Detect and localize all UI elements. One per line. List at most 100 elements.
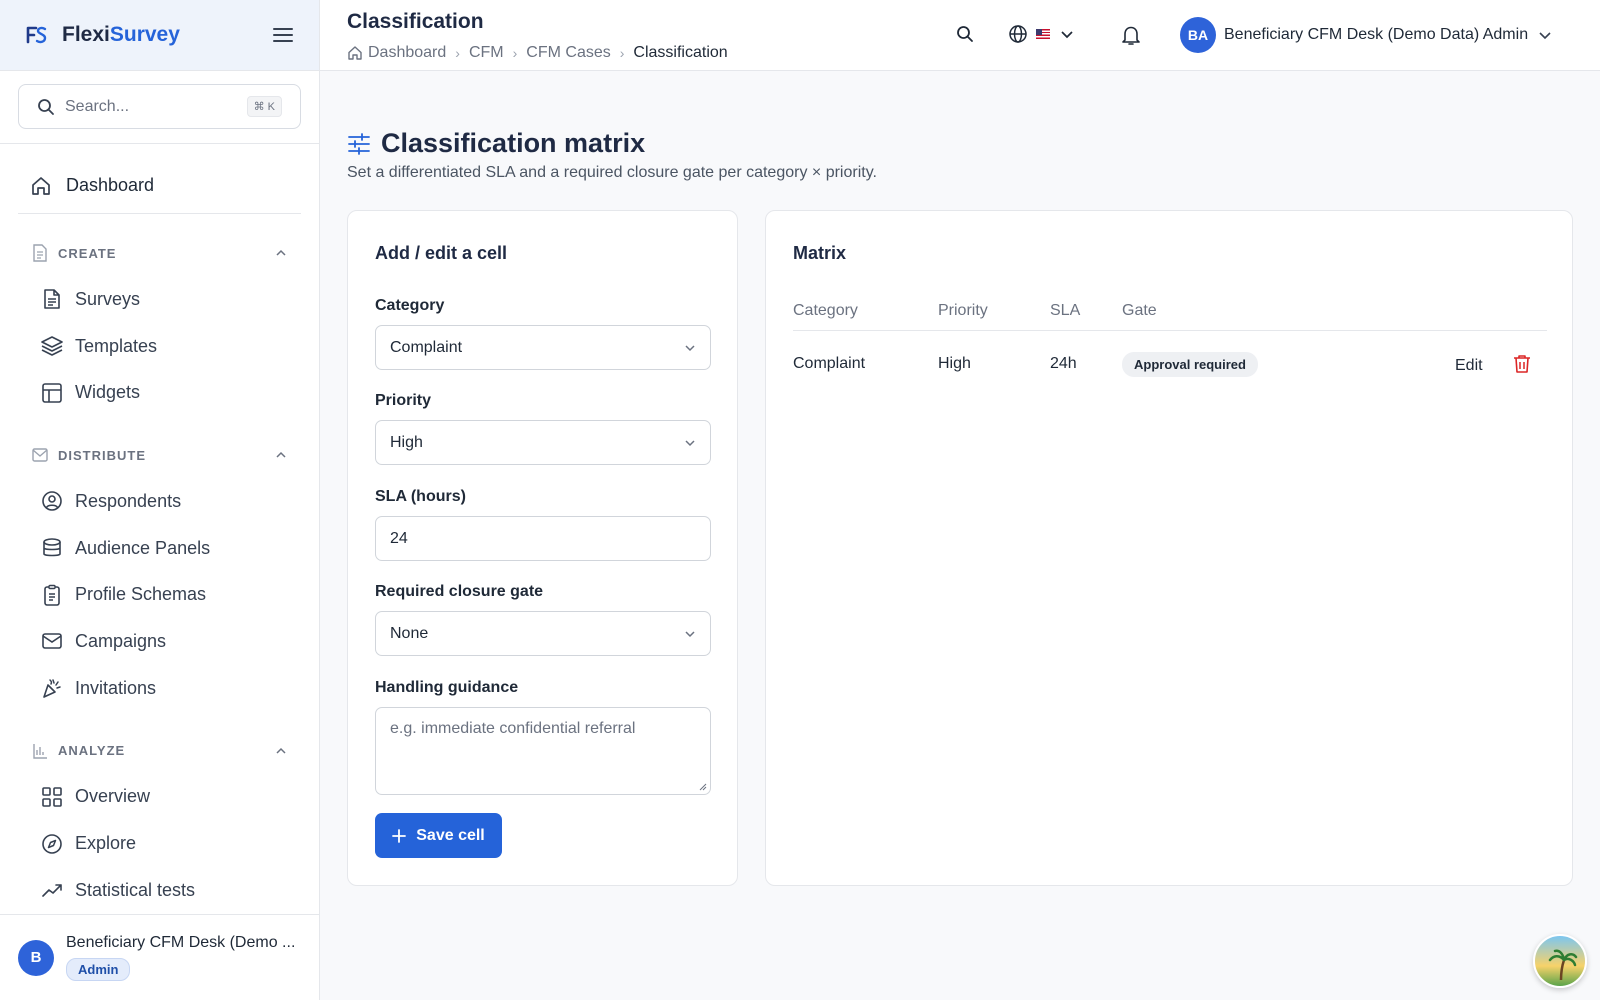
resize-handle-icon[interactable] <box>699 783 707 791</box>
chevron-down-icon <box>1061 30 1073 38</box>
brand-suffix: Survey <box>109 23 180 46</box>
sidebar-item-label: Explore <box>75 833 137 854</box>
search-icon <box>38 98 54 115</box>
chevron-up-icon <box>276 249 286 256</box>
sidebar-user-footer[interactable]: B Beneficiary CFM Desk (Demo ... Admin <box>0 914 319 1000</box>
sidebar-item-explore[interactable]: Explore <box>0 820 319 867</box>
priority-select[interactable]: High <box>375 420 711 465</box>
sidebar-item-profile-schemas[interactable]: Profile Schemas <box>0 571 319 618</box>
column-header: SLA <box>1050 301 1081 319</box>
edit-button[interactable]: Edit <box>1455 357 1483 375</box>
breadcrumb-cfm-cases[interactable]: CFM Cases <box>526 44 610 62</box>
search-shortcut-badge: ⌘ K <box>246 96 282 117</box>
breadcrumb-current: Classification <box>633 44 728 61</box>
sidebar-item-invitations[interactable]: Invitations <box>0 665 319 712</box>
palm-tree-icon <box>1548 949 1578 981</box>
mail-icon <box>32 448 48 462</box>
party-popper-icon <box>43 679 61 698</box>
avatar: BA <box>1180 17 1216 53</box>
breadcrumb-dashboard[interactable]: Dashboard <box>368 44 446 62</box>
sidebar-item-label: Audience Panels <box>75 537 211 558</box>
file-text-icon <box>44 289 60 310</box>
role-badge: Admin <box>66 958 131 981</box>
status-badge: Approval required <box>1122 351 1258 377</box>
avatar: B <box>18 939 54 976</box>
assistant-avatar-button[interactable] <box>1533 934 1587 988</box>
compass-icon <box>42 833 62 854</box>
bell-icon[interactable] <box>1120 24 1142 46</box>
trash-icon[interactable] <box>1513 354 1531 374</box>
cell-sla: 24h <box>1050 355 1077 372</box>
chevron-right-icon: › <box>619 45 625 61</box>
chevron-down-icon <box>685 630 695 637</box>
matrix-card: Matrix Category Priority SLA Gate Compla… <box>765 210 1573 886</box>
sla-value: 24 <box>390 529 408 547</box>
home-icon <box>348 46 362 60</box>
guidance-placeholder: e.g. immediate confidential referral <box>390 720 636 737</box>
cell-form-card: Add / edit a cell Category Complaint Pri… <box>347 210 738 886</box>
sidebar-search-input[interactable]: Search... ⌘ K <box>18 84 301 129</box>
cell-priority: High <box>938 355 971 372</box>
sidebar-item-campaigns[interactable]: Campaigns <box>0 618 319 665</box>
card-title: Matrix <box>793 243 847 263</box>
sliders-icon <box>348 132 370 155</box>
gate-label: Required closure gate <box>375 583 544 600</box>
cell-gate: Approval required <box>1122 351 1432 377</box>
sidebar-item-label: Widgets <box>75 382 141 403</box>
sidebar-item-audience-panels[interactable]: Audience Panels <box>0 525 319 572</box>
matrix-table: Category Priority SLA Gate Complaint Hig… <box>793 291 1547 397</box>
section-title: DISTRIBUTE <box>58 447 146 463</box>
sidebar: FlexiSurvey Search... ⌘ K Dashboard CREA… <box>0 0 320 1000</box>
category-label: Category <box>375 297 445 314</box>
main-heading: Classification matrix <box>347 128 645 159</box>
plus-icon <box>392 828 407 843</box>
sidebar-item-overview[interactable]: Overview <box>0 774 319 821</box>
sidebar-item-label: Respondents <box>75 490 182 511</box>
layout-icon <box>42 382 62 403</box>
column-header: Category <box>793 301 858 319</box>
clipboard-list-icon <box>44 584 60 606</box>
sidebar-item-templates[interactable]: Templates <box>0 323 319 370</box>
table-header: Category Priority SLA Gate <box>793 291 1547 331</box>
breadcrumb-cfm[interactable]: CFM <box>469 44 504 62</box>
breadcrumb: Dashboard › CFM › CFM Cases › Classifica… <box>347 44 728 62</box>
chevron-down-icon <box>685 439 695 446</box>
section-create-toggle[interactable]: CREATE <box>0 230 319 276</box>
search-placeholder: Search... <box>65 97 130 115</box>
section-analyze-toggle[interactable]: ANALYZE <box>0 728 319 774</box>
gate-value: None <box>390 624 429 642</box>
category-select[interactable]: Complaint <box>375 325 711 370</box>
brand-name[interactable]: FlexiSurvey <box>62 23 180 47</box>
closure-gate-select[interactable]: None <box>375 611 711 656</box>
card-title: Add / edit a cell <box>375 243 508 263</box>
sidebar-item-respondents[interactable]: Respondents <box>0 478 319 525</box>
section-distribute-toggle[interactable]: DISTRIBUTE <box>0 432 319 478</box>
sidebar-item-statistical-tests[interactable]: Statistical tests <box>0 867 319 914</box>
hamburger-menu-icon[interactable] <box>273 27 293 43</box>
page-title: Classification <box>347 10 484 33</box>
priority-value: High <box>390 433 423 451</box>
guidance-label: Handling guidance <box>375 679 519 696</box>
sidebar-item-label: Dashboard <box>66 175 155 195</box>
sidebar-item-widgets[interactable]: Widgets <box>0 369 319 416</box>
sidebar-item-dashboard[interactable]: Dashboard <box>18 158 301 214</box>
sla-label: SLA (hours) <box>375 488 466 505</box>
column-header: Gate <box>1122 301 1157 319</box>
sla-hours-input[interactable]: 24 <box>375 516 711 561</box>
sidebar-item-label: Campaigns <box>75 630 167 651</box>
chevron-up-icon <box>276 452 286 458</box>
layers-icon <box>41 336 63 356</box>
language-selector[interactable] <box>1008 24 1074 44</box>
search-icon[interactable] <box>956 25 974 43</box>
flexisurvey-logo-icon[interactable] <box>26 24 48 46</box>
handling-guidance-textarea[interactable]: e.g. immediate confidential referral <box>375 707 711 795</box>
sidebar-item-surveys[interactable]: Surveys <box>0 276 319 323</box>
priority-label: Priority <box>375 392 432 409</box>
grid-icon <box>42 787 62 807</box>
user-name: Beneficiary CFM Desk (Demo Data) Admin <box>1224 26 1529 43</box>
sidebar-nav: Dashboard CREATE Surveys Templates Widge… <box>0 144 319 914</box>
save-cell-button[interactable]: Save cell <box>375 813 502 858</box>
user-menu[interactable]: BA Beneficiary CFM Desk (Demo Data) Admi… <box>1180 17 1552 53</box>
chevron-right-icon: › <box>455 45 460 61</box>
sidebar-item-label: Templates <box>75 335 158 356</box>
